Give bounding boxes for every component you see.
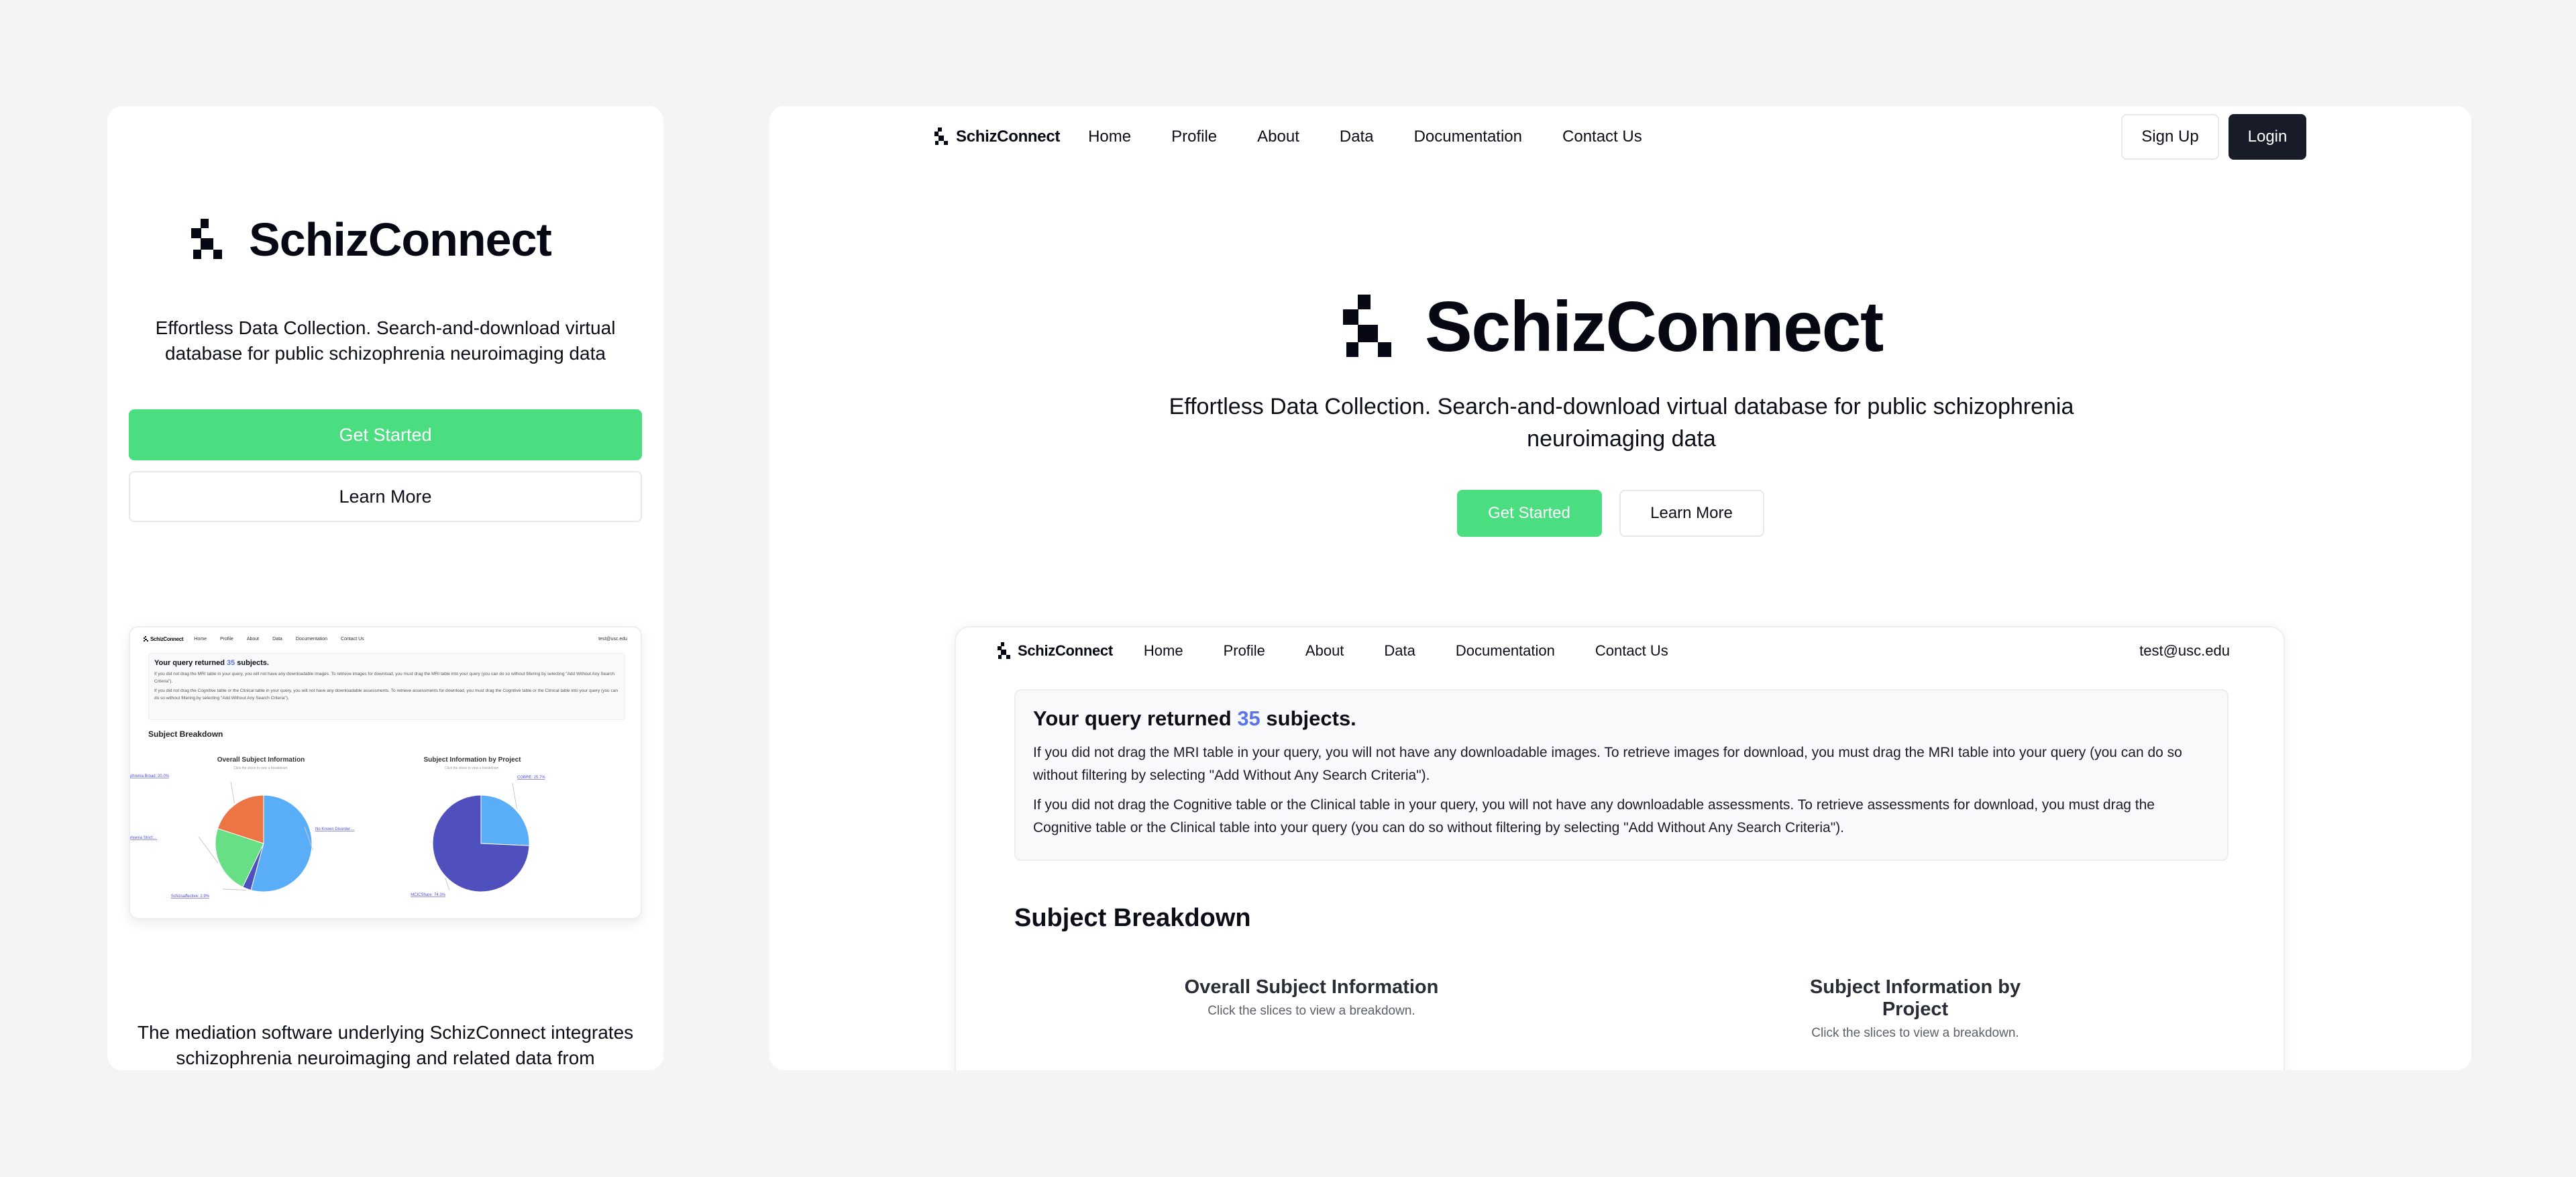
nav-data[interactable]: Data <box>1340 127 1374 146</box>
nav-profile[interactable]: Profile <box>1224 642 1265 660</box>
pie-charts: No Known Disorder:... Schizoaffective: 2.… <box>130 774 545 899</box>
brand-name: SchizConnect <box>1425 287 1884 366</box>
pie-leader-line <box>512 782 517 809</box>
right-preview-panel: SchizConnect Home Profile About Data Doc… <box>769 106 2471 1070</box>
nav-about[interactable]: About <box>1257 127 1299 146</box>
nav-data[interactable]: Data <box>1384 642 1415 660</box>
nav-about[interactable]: About <box>1305 642 1344 660</box>
get-started-button[interactable]: Get Started <box>129 409 642 460</box>
chart2-title: Subject Information by Project <box>1809 976 2021 1020</box>
checkered-blocks-icon <box>1343 295 1406 359</box>
pie-leader-line <box>222 888 247 890</box>
nav-home[interactable]: Home <box>1144 642 1183 660</box>
brand-name: SchizConnect <box>249 213 552 266</box>
preview-brand[interactable]: SchizConnect <box>998 642 1113 660</box>
nav-links: Home Profile About Data Documentation Co… <box>1088 127 1682 146</box>
mediation-description: The mediation software underlying SchizC… <box>137 1022 634 1068</box>
query-result-title: Your query returned 35 subjects. <box>1033 707 2210 731</box>
nav-home[interactable]: Home <box>1088 127 1131 146</box>
subject-count: 35 <box>1237 707 1260 730</box>
brand-name: SchizConnect <box>1018 642 1113 659</box>
chart2-header: Subject Information by Project Click the… <box>1774 976 2056 1041</box>
nav-documentation[interactable]: Documentation <box>1456 642 1555 660</box>
pie-slice-label[interactable]: MCICShare: 74.3% <box>411 893 445 897</box>
chart2-subtitle: Click the slices to view a breakdown. <box>1811 1026 2019 1040</box>
assessment-notice: If you did not drag the Cognitive table … <box>1033 797 2155 835</box>
nav-documentation[interactable]: Documentation <box>1414 127 1522 146</box>
pie-leader-line <box>230 781 235 804</box>
query-result-box: Your query returned 35 subjects. If you … <box>1014 689 2229 861</box>
get-started-button[interactable]: Get Started <box>1456 490 1602 537</box>
checkered-blocks-icon <box>191 219 233 260</box>
preview-navbar: SchizConnect Home Profile About Data Doc… <box>998 627 2230 674</box>
learn-more-button[interactable]: Learn More <box>1619 490 1764 537</box>
results-preview-card: SchizConnect Home Profile About Data Doc… <box>955 626 2285 1070</box>
nav-actions: Sign Up Login <box>2121 114 2306 160</box>
chart1-title: Overall Subject Information <box>1184 976 1439 998</box>
mri-notice: If you did not drag the MRI table in you… <box>1033 745 2182 783</box>
pie-slice-label[interactable]: Schizophrenia Strict:... <box>130 836 157 840</box>
hero-logo: SchizConnect <box>1343 287 1884 366</box>
query-suffix: subjects. <box>1260 707 1356 730</box>
chart1-subtitle: Click the slices to view a breakdown. <box>1208 1004 1415 1018</box>
main-navbar: SchizConnect Home Profile About Data Doc… <box>934 106 2306 168</box>
user-email[interactable]: test@usc.edu <box>2139 642 2230 660</box>
chart1-header: Overall Subject Information Click the sl… <box>1177 976 1446 1019</box>
nav-brand[interactable]: SchizConnect <box>934 127 1060 146</box>
breakdown-title: Subject Breakdown <box>1014 904 1251 932</box>
sign-up-button[interactable]: Sign Up <box>2121 114 2219 160</box>
checkered-blocks-icon <box>934 127 951 146</box>
left-preview-panel: SchizConnect Effortless Data Collection.… <box>107 106 663 1070</box>
query-prefix: Your query returned <box>1033 707 1238 730</box>
checkered-blocks-icon <box>998 642 1012 660</box>
nav-contact-us[interactable]: Contact Us <box>1595 642 1668 660</box>
hero-actions: Get Started Learn More <box>769 490 2471 537</box>
login-button[interactable]: Login <box>2229 114 2306 160</box>
pie-slice-label[interactable]: Schizoaffective: 2.9% <box>171 894 210 899</box>
pie-slice-label[interactable]: COBRE: 25.7% <box>517 776 545 780</box>
nav-profile[interactable]: Profile <box>1171 127 1217 146</box>
learn-more-button[interactable]: Learn More <box>129 471 642 522</box>
hero-subtitle: Effortless Data Collection. Search-and-d… <box>1169 394 2074 452</box>
pie-slice-label[interactable]: No Known Disorder:... <box>315 827 355 831</box>
results-preview-thumbnail: SchizConnect Home Profile About Data Doc… <box>129 626 642 919</box>
left-hero-subtitle: Effortless Data Collection. Search-and-d… <box>155 317 616 364</box>
brand-name: SchizConnect <box>956 127 1061 146</box>
nav-contact-us[interactable]: Contact Us <box>1562 127 1642 146</box>
pie-slice-label[interactable]: Schizophrenia Broad: 20.0% <box>130 774 170 778</box>
pie-slice-cobre[interactable] <box>480 795 530 846</box>
preview-nav-links: Home Profile About Data Documentation Co… <box>1144 642 1709 660</box>
left-logo: SchizConnect <box>191 213 552 266</box>
